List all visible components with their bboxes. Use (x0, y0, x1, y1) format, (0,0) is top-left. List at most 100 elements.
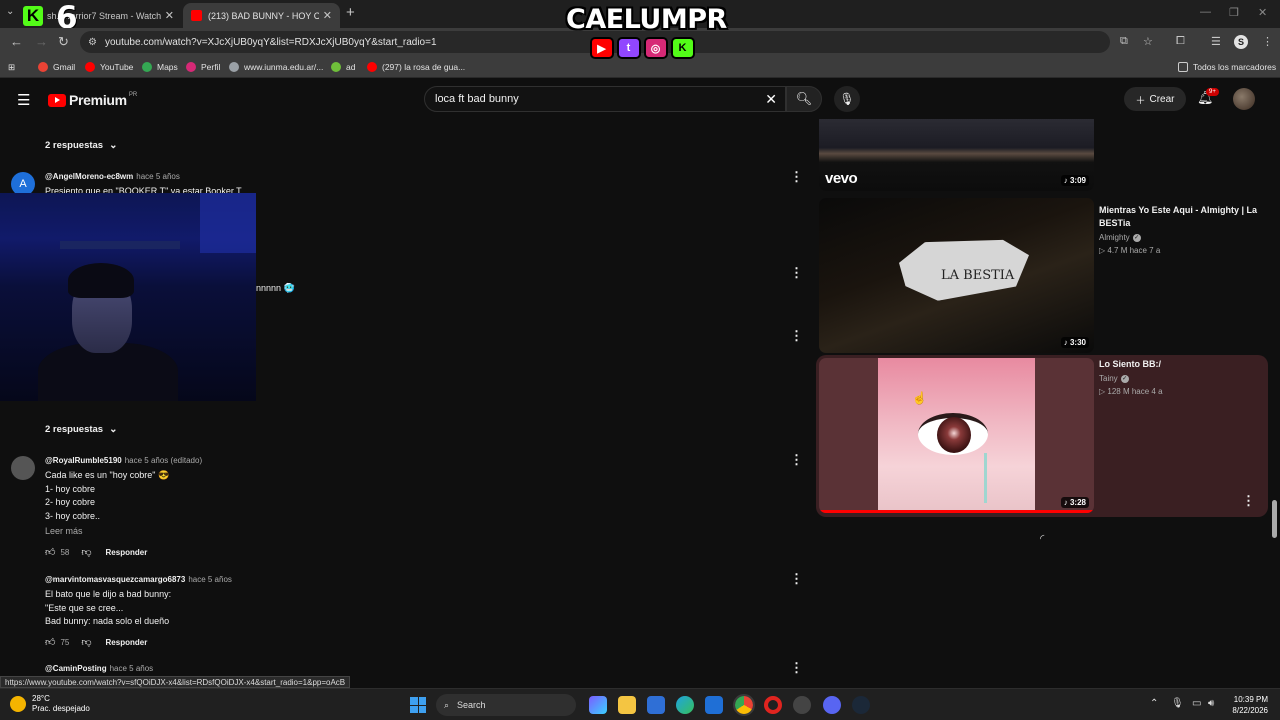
replies-toggle[interactable]: 2 respuestas ⌄ (45, 140, 117, 151)
page-scrollbar[interactable] (1272, 500, 1277, 538)
related-video-current[interactable]: ♪ 3:28 Lo Siento BB:/ Tainy ✓ ▷ 128 M hac… (816, 355, 1268, 517)
dislike-icon[interactable]: 👎︎ (81, 546, 91, 558)
all-bookmarks[interactable]: Todos los marcadores (1178, 62, 1276, 72)
video-duration: ♪ 3:28 (1060, 497, 1089, 508)
taskbar-clock[interactable]: 10:39 PM 8/22/2026 (1224, 694, 1268, 716)
bookmark-star-icon[interactable]: ☆ (1143, 35, 1153, 48)
menu-dots-icon[interactable]: ⋮ (1262, 35, 1273, 48)
apps-grid-icon[interactable]: ⊞ (8, 62, 15, 73)
tab-youtube[interactable]: (213) BAD BUNNY - HOY COBRE ✕ (183, 3, 340, 28)
video-title[interactable]: Lo Siento BB:/ (1099, 358, 1259, 371)
create-button[interactable]: ＋ Crear (1124, 87, 1186, 111)
comment-options-icon[interactable]: ⋮ (790, 571, 803, 587)
avatar[interactable] (11, 456, 35, 480)
bookmark-iunma[interactable]: www.iunma.edu.ar/... (229, 62, 323, 72)
ad-icon (331, 62, 341, 72)
comment-options-icon[interactable]: ⋮ (790, 452, 803, 468)
opera-icon[interactable] (764, 696, 782, 714)
back-icon[interactable]: ← (10, 34, 23, 49)
cast-icon[interactable]: ⧉ (1120, 35, 1128, 48)
comment-header: @marvintomasvasquezcamargo6873 hace 5 año… (45, 575, 232, 584)
comment-options-icon[interactable]: ⋮ (790, 265, 803, 281)
bookmark-la-rosa[interactable]: (297) la rosa de gua... (367, 62, 465, 72)
steam-icon[interactable] (852, 696, 870, 714)
edge-icon[interactable] (676, 696, 694, 714)
site-info-icon[interactable]: ⚙ (88, 37, 97, 48)
related-video[interactable]: LA BESTIA ♪ 3:30 Mientras Yo Este Aqui -… (816, 198, 1268, 353)
bookmark-youtube[interactable]: YouTube (85, 62, 133, 72)
bookmark-perfil[interactable]: Perfil (186, 62, 220, 72)
video-meta: ▷ 4.7 M hace 7 a (1099, 246, 1161, 255)
comment-options-icon[interactable]: ⋮ (790, 169, 803, 185)
video-channel[interactable]: Tainy ✓ (1099, 374, 1129, 383)
related-video[interactable]: vevo ♪ 3:09 (816, 119, 1268, 193)
minimize-icon[interactable]: — (1200, 6, 1211, 18)
network-icon[interactable]: ▭ (1192, 698, 1201, 709)
search-button[interactable]: 🔍︎ (786, 86, 822, 112)
dislike-icon[interactable]: 👎︎ (81, 636, 91, 648)
tray-chevron-icon[interactable]: ⌃ (1150, 698, 1158, 709)
store-icon[interactable] (647, 696, 665, 714)
search-input[interactable]: loca ft bad bunny ✕ (424, 86, 786, 112)
opera-gx-icon[interactable] (793, 696, 811, 714)
volume-icon[interactable]: 🔊︎ (1208, 698, 1214, 709)
clear-search-icon[interactable]: ✕ (765, 91, 777, 108)
profile-avatar[interactable]: S (1234, 35, 1248, 49)
voice-search-button[interactable]: 🎙︎ (834, 86, 860, 112)
verified-check-icon: ✓ (1132, 233, 1141, 242)
reload-icon[interactable]: ↻ (58, 34, 69, 50)
forward-icon[interactable]: → (35, 34, 48, 49)
weather-widget[interactable]: 28°C Prac. despejado (10, 694, 90, 714)
reply-button[interactable]: Responder (106, 548, 148, 557)
comment-author[interactable]: @marvintomasvasquezcamargo6873 (45, 575, 185, 584)
file-explorer-icon[interactable] (618, 696, 636, 714)
tab-search-chevron-icon[interactable]: ⌄ (6, 6, 14, 17)
bookmark-gmail[interactable]: Gmail (38, 62, 75, 72)
taskbar-search[interactable]: ⌕ Search (436, 694, 576, 716)
mail-icon[interactable] (705, 696, 723, 714)
comment-author[interactable]: @CaminPosting (45, 664, 107, 673)
tray-mic-icon[interactable]: 🎙︎ (1171, 698, 1184, 709)
bookmark-ad[interactable]: ad (331, 62, 355, 72)
close-window-icon[interactable]: ✕ (1258, 6, 1267, 19)
discord-icon[interactable] (823, 696, 841, 714)
comment-author[interactable]: @AngelMoreno-ec8wm (45, 172, 133, 181)
video-thumbnail[interactable]: vevo ♪ 3:09 (819, 119, 1094, 191)
vevo-logo: vevo (825, 170, 858, 187)
reply-button[interactable]: Responder (106, 638, 148, 647)
replies-toggle[interactable]: 2 respuestas ⌄ (45, 424, 117, 435)
comment-author[interactable]: @RoyalRumble5190 (45, 456, 122, 465)
comment-options-icon[interactable]: ⋮ (790, 660, 803, 676)
video-title[interactable]: Mientras Yo Este Aqui - Almighty | La BE… (1099, 204, 1259, 230)
comment-options-icon[interactable]: ⋮ (790, 328, 803, 344)
video-options-icon[interactable]: ⋮ (1242, 493, 1255, 509)
menu-icon[interactable]: ☰ (17, 91, 30, 109)
chrome-icon[interactable] (733, 694, 755, 716)
search-icon: ⌕ (444, 699, 450, 710)
video-thumbnail[interactable]: ♪ 3:28 (819, 358, 1094, 513)
like-icon[interactable]: 👍︎ (45, 636, 55, 648)
like-icon[interactable]: 👍︎ (45, 546, 55, 558)
youtube-premium-logo[interactable]: Premium PR (48, 92, 137, 108)
search-query: loca ft bad bunny (435, 93, 519, 105)
video-channel[interactable]: Almighty ✓ (1099, 233, 1141, 242)
close-tab-icon[interactable]: ✕ (323, 9, 332, 22)
tab-title: (213) BAD BUNNY - HOY COBRE (208, 10, 319, 21)
restore-icon[interactable]: ❐ (1229, 6, 1239, 19)
copilot-icon[interactable] (589, 696, 607, 714)
youtube-icon (85, 62, 95, 72)
account-avatar[interactable] (1233, 88, 1255, 110)
comment-header: @CaminPosting hace 5 años (45, 664, 153, 673)
read-more-link[interactable]: Leer más (45, 526, 83, 536)
windows-start-icon[interactable] (410, 697, 426, 713)
close-tab-icon[interactable]: ✕ (165, 9, 174, 22)
tab-stream[interactable]: sh...warrior7 Stream - Watch ✕ (22, 3, 182, 28)
windows-taskbar: 28°C Prac. despejado ⌕ Search ⌃ 🎙︎ ▭ 🔊︎ 10… (0, 688, 1280, 720)
reading-list-icon[interactable]: ☰ (1211, 35, 1221, 48)
extensions-icon[interactable]: ⧠ (1176, 35, 1185, 48)
video-thumbnail[interactable]: LA BESTIA ♪ 3:30 (819, 198, 1094, 353)
bookmark-maps[interactable]: Maps (142, 62, 178, 72)
new-tab-button[interactable]: + (346, 4, 355, 21)
social-icons: ▶ t ◎ K (566, 37, 718, 59)
twitch-icon: t (616, 37, 641, 59)
